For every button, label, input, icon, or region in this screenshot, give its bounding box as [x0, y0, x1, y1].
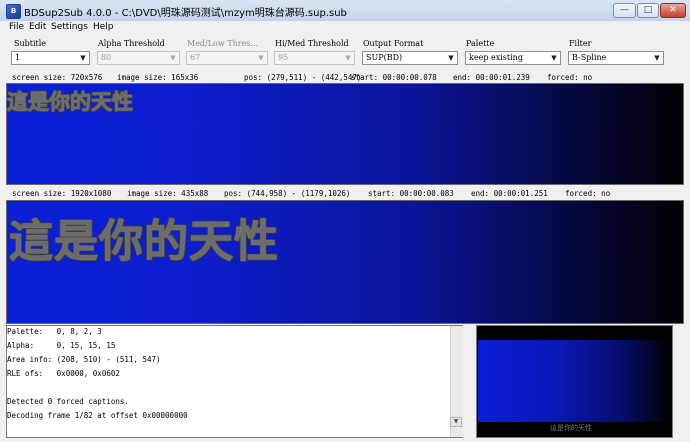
log-line: Decoding frame 1/82 at offset 0x00000000 [7, 411, 188, 420]
target-start-time: start: 00:00:00.083 [368, 189, 454, 198]
palette-select[interactable]: keep existing ▼ [465, 51, 561, 65]
output-format-label: Output Format [363, 39, 424, 48]
output-format-select[interactable]: SUP(BD) ▼ [362, 51, 458, 65]
chevron-down-icon: ▼ [448, 54, 454, 62]
target-screen-size: screen size: 1920x1080 [12, 189, 112, 198]
target-position: pos: (744,958) - (1179,1026) [224, 189, 351, 198]
med-low-threshold-label: Med/Low Thres... [187, 39, 259, 48]
hi-med-threshold-label: Hi/Med Threshold [275, 39, 349, 48]
chevron-down-icon: ▼ [654, 54, 660, 62]
hi-med-threshold-select[interactable]: 95 ▼ [274, 51, 355, 65]
minimize-button[interactable]: — [613, 3, 636, 18]
scroll-down-button[interactable]: ▼ [450, 417, 462, 427]
target-info-bar: screen size: 1920x1080 image size: 435x8… [6, 188, 684, 199]
alpha-threshold-value: 80 [101, 53, 112, 62]
chevron-down-icon: ▼ [345, 54, 351, 62]
subtitle-label: Subtitle [14, 39, 47, 48]
log-panel[interactable]: Palette: 0, 8, 2, 3 Alpha: 0, 15, 15, 15… [6, 325, 463, 438]
app-icon[interactable]: B [6, 4, 21, 19]
menu-settings[interactable]: Settings [51, 22, 88, 32]
thumbnail-video-frame [478, 340, 671, 422]
target-end-time: end: 00:00:01.251 [471, 189, 548, 198]
source-info-bar: screen size: 720x576 image size: 165x36 … [6, 72, 684, 83]
target-subtitle-text: 這是你的天性 [9, 216, 279, 267]
source-forced: forced: no [547, 73, 593, 82]
alpha-threshold-label: Alpha Threshold [98, 39, 165, 48]
log-line: Alpha: 0, 15, 15, 15 [7, 341, 116, 350]
med-low-threshold-select[interactable]: 67 ▼ [186, 51, 268, 65]
log-line: Palette: 0, 8, 2, 3 [7, 327, 102, 336]
source-image-size: image size: 165x36 [117, 73, 199, 82]
menu-help[interactable]: Help [93, 22, 114, 32]
source-screen-size: screen size: 720x576 [12, 73, 103, 82]
source-position: pos: (279,511) - (442,547) [244, 73, 362, 82]
log-line: Detected 0 forced captions. [7, 397, 129, 406]
source-start-time: start: 00:00:00.078 [351, 73, 437, 82]
hi-med-threshold-value: 95 [278, 53, 289, 62]
source-subtitle-text: 這是你的天性 [7, 90, 133, 114]
close-button[interactable]: ✕ [660, 3, 686, 18]
log-line: Area info: (208, 510) - (511, 547) [7, 355, 161, 364]
source-end-time: end: 00:00:01.239 [453, 73, 530, 82]
filter-value: B-Spline [572, 53, 607, 62]
chevron-down-icon: ▼ [170, 54, 176, 62]
maximize-button[interactable]: □ [637, 3, 659, 18]
chevron-down-icon: ▼ [551, 54, 557, 62]
alpha-threshold-select[interactable]: 80 ▼ [97, 51, 180, 65]
med-low-threshold-value: 67 [190, 53, 201, 62]
thumbnail-subtitle-text: 這是你的天性 [550, 424, 592, 432]
filter-label: Filter [569, 39, 592, 48]
menu-file[interactable]: File [9, 22, 24, 32]
source-preview[interactable]: 這是你的天性 [6, 83, 684, 185]
filter-select[interactable]: B-Spline ▼ [568, 51, 664, 65]
menu-edit[interactable]: Edit [29, 22, 46, 32]
palette-value: keep existing [469, 53, 523, 62]
palette-label: Palette [466, 39, 495, 48]
log-line: RLE ofs: 0x0000, 0x0602 [7, 369, 120, 378]
chevron-down-icon: ▼ [80, 54, 86, 62]
window-title: BDSup2Sub 4.0.0 - C:\DVD\明珠源码测试\mzym明珠台源… [24, 8, 347, 19]
target-image-size: image size: 435x88 [127, 189, 209, 198]
chevron-down-icon: ▼ [258, 54, 264, 62]
subtitle-select[interactable]: 1 ▼ [11, 51, 90, 65]
subtitle-value: 1 [15, 53, 21, 62]
target-forced: forced: no [565, 189, 611, 198]
target-preview[interactable]: 這是你的天性 [6, 200, 684, 324]
output-format-value: SUP(BD) [366, 53, 403, 62]
